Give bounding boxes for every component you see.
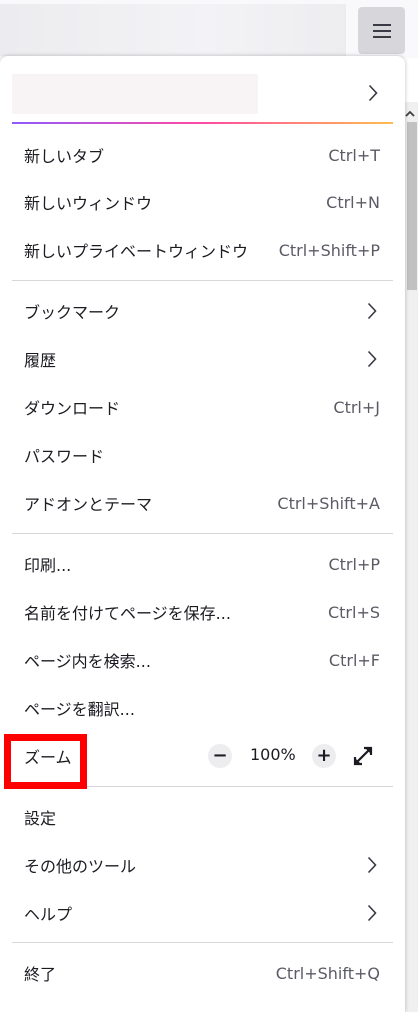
menu-item-label: 印刷... <box>24 556 72 575</box>
menu-item-label: 新しいプライベートウィンドウ <box>24 242 249 261</box>
chevron-right-icon <box>367 904 377 922</box>
chevron-right-icon <box>367 302 377 320</box>
zoom-level-button[interactable]: 100% <box>250 745 296 764</box>
menu-separator <box>12 280 393 281</box>
menu-item-label: その他のツール <box>24 857 137 876</box>
scroll-up-arrow-icon[interactable] <box>404 108 416 120</box>
menu-item-label: 新しいタブ <box>24 147 105 166</box>
menu-item-shortcut: Ctrl+S <box>327 602 380 622</box>
menu-item-more-tools[interactable]: その他のツール <box>12 843 393 887</box>
menu-separator <box>12 786 393 787</box>
menu-item-label: ページを翻訳... <box>24 700 135 719</box>
fullscreen-icon <box>353 746 373 766</box>
zoom-in-button[interactable]: + <box>312 744 336 768</box>
menu-item-shortcut: Ctrl+Shift+A <box>277 493 380 513</box>
menu-item-find-in-page[interactable]: ページ内を検索... Ctrl+F <box>12 638 393 682</box>
menu-item-zoom: ズーム − 100% + <box>12 734 393 778</box>
menu-item-new-private-window[interactable]: 新しいプライベートウィンドウ Ctrl+Shift+P <box>12 228 393 272</box>
menu-item-label: 終了 <box>24 965 57 984</box>
account-row[interactable] <box>12 72 394 116</box>
menu-separator <box>12 533 393 534</box>
menu-item-label: パスワード <box>24 447 105 466</box>
menu-item-new-window[interactable]: 新しいウィンドウ Ctrl+N <box>12 180 393 224</box>
chevron-right-icon <box>367 856 377 874</box>
menu-item-label: 履歴 <box>24 351 57 370</box>
menu-item-print[interactable]: 印刷... Ctrl+P <box>12 542 393 586</box>
chevron-right-icon <box>368 84 378 102</box>
menu-item-label: ヘルプ <box>24 905 73 924</box>
scrollbar-thumb[interactable] <box>407 122 417 290</box>
menu-separator <box>12 942 393 943</box>
browser-toolbar <box>0 0 418 58</box>
menu-item-save-page[interactable]: 名前を付けてページを保存... Ctrl+S <box>12 590 393 634</box>
menu-item-label: ブックマーク <box>24 303 121 322</box>
account-accent-line <box>12 122 393 124</box>
minus-icon: − <box>212 745 228 766</box>
menu-item-shortcut: Ctrl+F <box>328 650 380 670</box>
menu-item-quit[interactable]: 終了 Ctrl+Shift+Q <box>12 951 393 995</box>
menu-item-label: 新しいウィンドウ <box>24 194 153 213</box>
account-placeholder <box>12 74 258 114</box>
menu-item-shortcut: Ctrl+Shift+Q <box>275 963 380 983</box>
menu-item-history[interactable]: 履歴 <box>12 337 393 381</box>
app-menu-button[interactable] <box>358 7 405 54</box>
menu-item-new-tab[interactable]: 新しいタブ Ctrl+T <box>12 133 393 177</box>
menu-item-bookmarks[interactable]: ブックマーク <box>12 289 393 333</box>
menu-item-passwords[interactable]: パスワード <box>12 433 393 477</box>
toolbar-blurred-area <box>0 4 346 56</box>
fullscreen-button[interactable] <box>351 744 375 768</box>
menu-item-shortcut: Ctrl+T <box>328 145 380 165</box>
zoom-label: ズーム <box>24 748 72 767</box>
menu-item-label: 名前を付けてページを保存... <box>24 604 231 623</box>
menu-item-downloads[interactable]: ダウンロード Ctrl+J <box>12 385 393 429</box>
chevron-right-icon <box>367 350 377 368</box>
zoom-out-button[interactable]: − <box>208 744 232 768</box>
menu-item-shortcut: Ctrl+N <box>326 192 380 212</box>
menu-item-label: ページ内を検索... <box>24 652 151 671</box>
menu-item-label: アドオンとテーマ <box>24 495 153 514</box>
menu-item-translate-page[interactable]: ページを翻訳... <box>12 686 393 730</box>
plus-icon: + <box>316 745 332 766</box>
menu-item-shortcut: Ctrl+P <box>328 554 380 574</box>
menu-item-label: ダウンロード <box>24 399 121 418</box>
menu-item-shortcut: Ctrl+Shift+P <box>278 240 380 260</box>
menu-item-label: 設定 <box>24 809 57 828</box>
app-menu-panel: 新しいタブ Ctrl+T 新しいウィンドウ Ctrl+N 新しいプライベートウィ… <box>0 56 405 1012</box>
hamburger-icon <box>372 23 391 38</box>
menu-item-help[interactable]: ヘルプ <box>12 891 393 935</box>
menu-item-addons[interactable]: アドオンとテーマ Ctrl+Shift+A <box>12 481 393 525</box>
menu-item-settings[interactable]: 設定 <box>12 795 393 839</box>
menu-item-shortcut: Ctrl+J <box>333 397 380 417</box>
